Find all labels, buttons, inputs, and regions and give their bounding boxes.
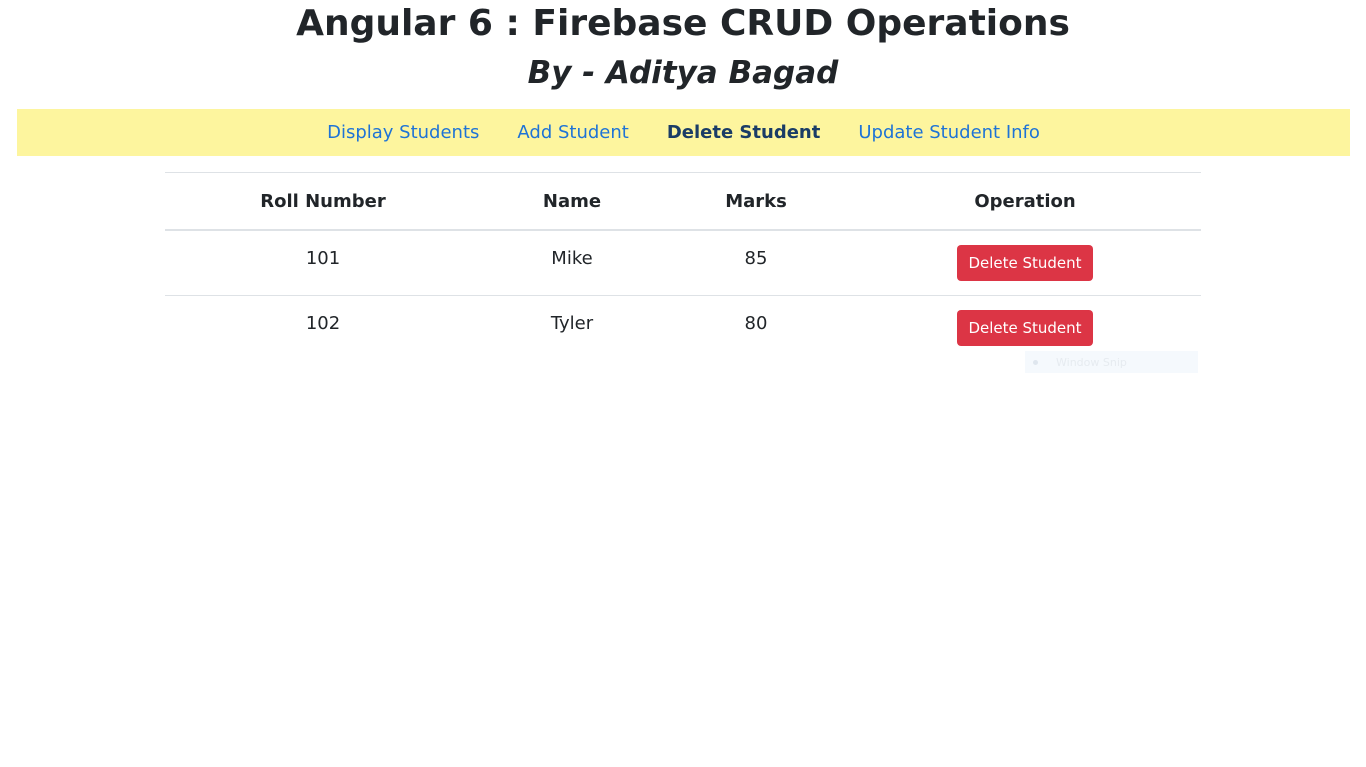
roll-number-text: 102 [305, 312, 341, 334]
snip-dot-icon [1033, 359, 1038, 365]
nav-update-student-info[interactable]: Update Student Info [858, 109, 1040, 156]
students-table: Roll Number Name Marks Operation 101 Mik… [165, 172, 1201, 360]
tooltip-text: Window Snip [1056, 355, 1127, 369]
cell-roll-number: 102 [165, 296, 481, 361]
marks-text: 85 [744, 247, 768, 269]
students-table-container: Roll Number Name Marks Operation 101 Mik… [165, 172, 1201, 360]
cell-name: Tyler [481, 296, 663, 361]
marks-text: 80 [744, 312, 768, 334]
cell-marks: 85 [663, 230, 849, 296]
header-marks: Marks [663, 172, 849, 231]
cell-roll-number: 101 [165, 230, 481, 296]
cell-marks: 80 [663, 296, 849, 361]
roll-number-text: 101 [305, 247, 341, 269]
header-operation: Operation [849, 172, 1201, 231]
table-body: 101 Mike 85 Delete Student 102 Tyler 80 … [165, 230, 1201, 360]
name-text: Tyler [550, 312, 594, 334]
cell-operation: Delete Student [849, 230, 1201, 296]
nav-display-students[interactable]: Display Students [327, 109, 479, 156]
table-header-row: Roll Number Name Marks Operation [165, 172, 1201, 231]
page-title: Angular 6 : Firebase CRUD Operations [296, 3, 1070, 44]
header-name: Name [481, 172, 663, 231]
navbar: Display Students Add Student Delete Stud… [17, 109, 1350, 156]
delete-student-button[interactable]: Delete Student [957, 245, 1093, 281]
page-subtitle: By - Aditya Bagad [527, 55, 839, 91]
window-snip-tooltip: Window Snip [1025, 351, 1198, 373]
nav-delete-student[interactable]: Delete Student [667, 109, 821, 156]
nav-add-student[interactable]: Add Student [517, 109, 628, 156]
table-header: Roll Number Name Marks Operation [165, 172, 1201, 231]
delete-student-button[interactable]: Delete Student [957, 310, 1093, 346]
name-text: Mike [551, 247, 593, 269]
header-roll-number: Roll Number [165, 172, 481, 231]
cell-name: Mike [481, 230, 663, 296]
page: Angular 6 : Firebase CRUD Operations By … [0, 0, 1366, 767]
table-row: 101 Mike 85 Delete Student [165, 230, 1201, 296]
